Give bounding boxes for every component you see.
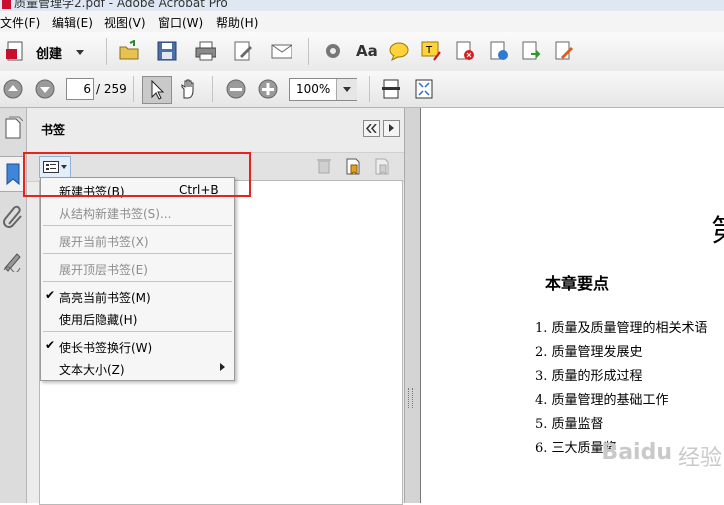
select-tool-button[interactable] <box>142 76 172 104</box>
text-size-icon[interactable]: Aa <box>356 42 378 60</box>
section-heading: 本章要点 <box>545 274 610 293</box>
signatures-pen-icon[interactable] <box>2 248 24 272</box>
zoom-select[interactable]: 100% <box>289 78 357 101</box>
zoom-value: 100% <box>296 82 331 96</box>
panel-splitter[interactable] <box>404 108 420 503</box>
create-label: 创建 <box>36 47 63 62</box>
list-item: 5. 质量监督 <box>535 417 604 432</box>
list-item: 1. 质量及质量管理的相关术语 <box>535 321 708 336</box>
title-bar: 质量管理学2.pdf - Adobe Acrobat Pro <box>0 0 724 11</box>
splitter-grip <box>408 388 413 408</box>
zoom-in-icon[interactable] <box>257 78 279 100</box>
page-thumbnails-icon[interactable] <box>3 116 23 140</box>
window-title: 质量管理学2.pdf - Adobe Acrobat Pro <box>14 0 228 10</box>
menu-separator <box>43 253 232 254</box>
menu-item-label: 展开当前书签(X) <box>59 235 149 249</box>
chevron-right-icon <box>389 124 394 132</box>
menu-bar: 文件(F) 编辑(E) 视图(V) 窗口(W) 帮助(H) <box>0 11 724 33</box>
next-page-icon[interactable] <box>34 78 56 100</box>
list-item: 3. 质量的形成过程 <box>535 369 643 384</box>
menu-item-label: 使长书签换行(W) <box>59 341 153 355</box>
bookmark-ribbon-icon <box>6 163 20 186</box>
open-folder-icon[interactable] <box>118 40 140 62</box>
collapse-panel-button[interactable] <box>363 120 380 137</box>
bookmark-properties-icon[interactable] <box>373 157 391 175</box>
submenu-arrow-icon <box>220 363 225 371</box>
bookmark-options-menu: 新建书签(B) Ctrl+B 从结构新建书签(S)... 展开当前书签(X) 展… <box>40 177 235 381</box>
full-screen-icon[interactable] <box>413 78 435 100</box>
delete-page-icon[interactable] <box>454 40 476 62</box>
main-toolbar: 创建 Aa T <box>0 32 724 72</box>
list-item: 2. 质量管理发展史 <box>535 345 643 360</box>
create-button[interactable]: 创建 <box>4 39 100 64</box>
extract-icon[interactable] <box>488 40 510 62</box>
zoom-out-icon[interactable] <box>225 78 247 100</box>
save-icon[interactable] <box>156 40 178 62</box>
chapter-heading-char: 第 <box>711 206 724 250</box>
menu-item-new-from-structure[interactable]: 从结构新建书签(S)... <box>41 202 234 222</box>
menu-item-wrap-long[interactable]: ✔ 使长书签换行(W) <box>41 336 234 356</box>
fit-page-icon[interactable] <box>380 78 402 100</box>
menu-file[interactable]: 文件(F) <box>0 14 40 31</box>
navigation-toolbar: / 259 100% <box>0 71 724 108</box>
menu-item-highlight-current[interactable]: ✔ 高亮当前书签(M) <box>41 286 234 306</box>
menu-separator <box>43 281 232 282</box>
attachments-paperclip-icon[interactable] <box>3 204 23 228</box>
menu-item-expand-current[interactable]: 展开当前书签(X) <box>41 230 234 250</box>
menu-separator <box>43 225 232 226</box>
double-chevron-left-icon <box>366 124 377 133</box>
list-item: 4. 质量管理的基础工作 <box>535 393 669 408</box>
new-bookmark-icon[interactable] <box>344 157 362 175</box>
watermark-text: 经验 <box>677 446 722 471</box>
panel-title: 书签 <box>41 123 66 137</box>
export-icon[interactable] <box>520 40 542 62</box>
menu-item-hide-after-use[interactable]: 使用后隐藏(H) <box>41 308 234 328</box>
cursor-arrow-icon <box>151 80 165 100</box>
menu-window[interactable]: 窗口(W) <box>158 14 203 31</box>
svg-text:T: T <box>425 45 433 56</box>
hand-tool-icon[interactable] <box>178 78 200 100</box>
previous-page-icon[interactable] <box>2 78 24 100</box>
gear-icon[interactable] <box>322 40 344 62</box>
zoom-dropdown-button[interactable] <box>336 79 357 100</box>
menu-item-label: 高亮当前书签(M) <box>59 291 151 305</box>
menu-item-label: 展开顶层书签(E) <box>59 263 148 277</box>
edit-icon[interactable] <box>232 40 254 62</box>
checkmark-icon: ✔ <box>45 338 56 352</box>
menu-help[interactable]: 帮助(H) <box>216 14 258 31</box>
menu-edit[interactable]: 编辑(E) <box>52 14 93 31</box>
delete-bookmark-icon[interactable] <box>315 157 333 175</box>
chevron-down-icon <box>343 87 351 92</box>
email-icon[interactable] <box>270 40 292 62</box>
menu-item-label: 从结构新建书签(S)... <box>59 207 172 221</box>
page-total: / 259 <box>96 82 127 96</box>
expand-panel-button[interactable] <box>383 120 400 137</box>
menu-item-text-size[interactable]: 文本大小(Z) <box>41 358 234 378</box>
comment-icon[interactable] <box>388 40 410 62</box>
print-icon[interactable] <box>194 40 216 62</box>
create-pdf-icon <box>6 41 23 61</box>
checkmark-icon: ✔ <box>45 288 56 302</box>
menu-item-expand-top-level[interactable]: 展开顶层书签(E) <box>41 258 234 278</box>
highlight-icon[interactable]: T <box>420 40 442 62</box>
menu-item-label: 使用后隐藏(H) <box>59 313 138 327</box>
sign-icon[interactable] <box>553 40 575 62</box>
menu-separator <box>43 331 232 332</box>
menu-view[interactable]: 视图(V) <box>104 14 146 31</box>
menu-item-label: 文本大小(Z) <box>59 363 125 377</box>
page-number-input[interactable] <box>66 78 94 100</box>
chevron-down-icon <box>76 50 84 55</box>
bookmarks-tab[interactable] <box>0 156 25 192</box>
watermark-brand: Baidu <box>601 440 672 465</box>
highlight-box <box>23 152 251 197</box>
acrobat-logo-icon <box>2 0 11 9</box>
